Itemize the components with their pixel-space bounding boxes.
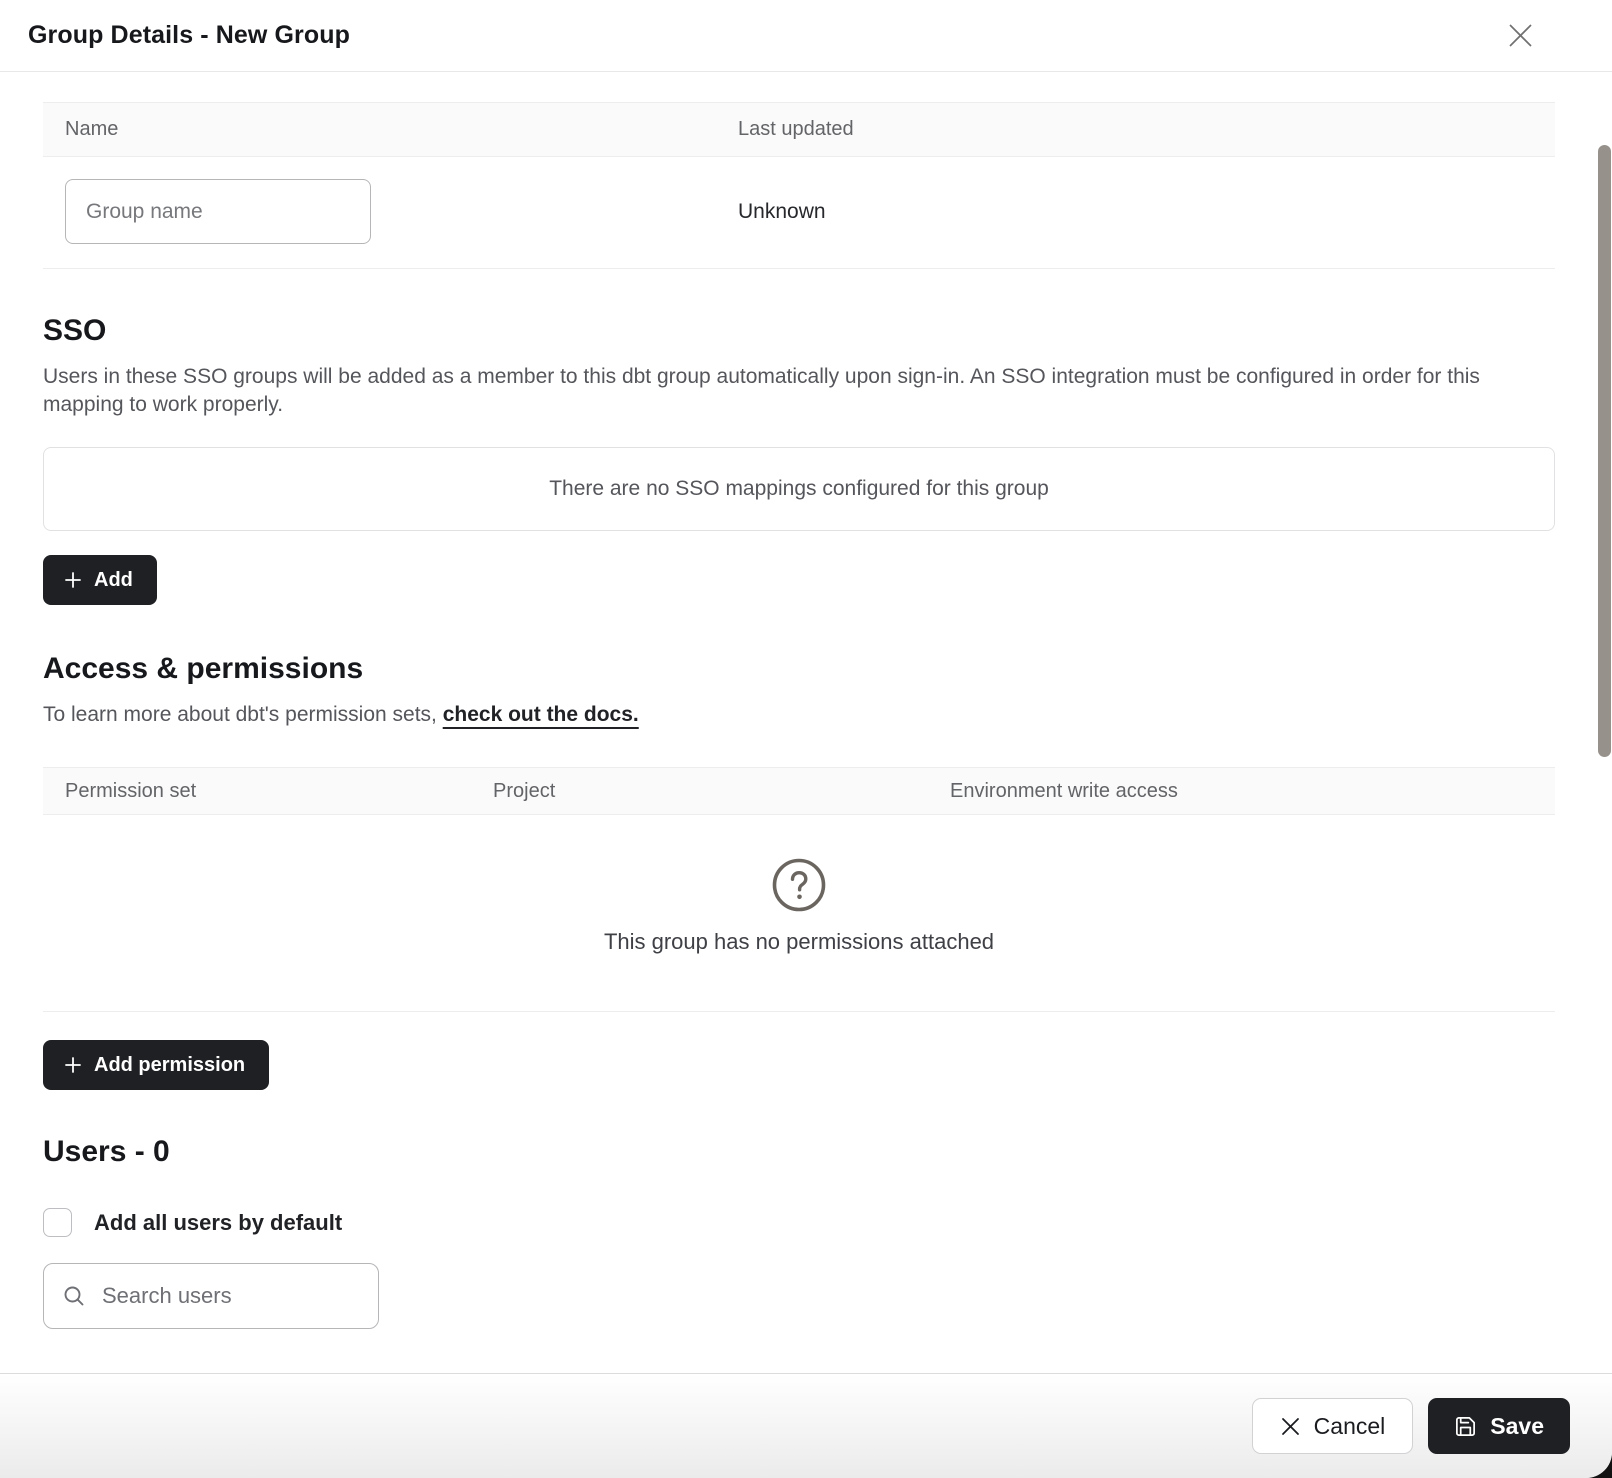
- column-header-last-updated: Last updated: [716, 118, 1555, 141]
- users-section: Users - 0 Add all users by default: [43, 1134, 1555, 1329]
- name-table-header: Name Last updated: [43, 102, 1555, 157]
- column-header-environment-write-access: Environment write access: [928, 780, 1555, 803]
- sso-section: SSO Users in these SSO groups will be ad…: [43, 313, 1555, 605]
- save-disk-icon: [1454, 1415, 1477, 1438]
- docs-link[interactable]: check out the docs.: [443, 703, 639, 726]
- permissions-empty-state: This group has no permissions attached: [43, 815, 1555, 1012]
- save-label: Save: [1490, 1413, 1544, 1440]
- add-permission-button[interactable]: Add permission: [43, 1040, 269, 1090]
- permissions-docs-line: To learn more about dbt's permission set…: [43, 703, 1555, 727]
- permissions-section: Access & permissions To learn more about…: [43, 651, 1555, 1090]
- permissions-empty-state-text: This group has no permissions attached: [604, 929, 994, 955]
- add-all-users-row: Add all users by default: [43, 1208, 1555, 1237]
- permissions-docs-text: To learn more about dbt's permission set…: [43, 703, 443, 726]
- add-sso-mapping-label: Add: [94, 569, 133, 592]
- last-updated-value: Unknown: [716, 200, 1555, 224]
- search-icon: [62, 1284, 86, 1308]
- group-details-modal: Group Details - New Group Name Last upda…: [0, 0, 1612, 1478]
- group-name-input[interactable]: [65, 179, 371, 244]
- modal-title: Group Details - New Group: [28, 21, 350, 50]
- sso-description: Users in these SSO groups will be added …: [43, 363, 1513, 419]
- search-users-input[interactable]: [100, 1282, 360, 1310]
- name-table-row: Unknown: [43, 157, 1555, 269]
- modal-footer: Cancel Save: [0, 1373, 1612, 1478]
- column-header-permission-set: Permission set: [43, 780, 471, 803]
- add-all-users-label: Add all users by default: [94, 1210, 342, 1236]
- add-permission-label: Add permission: [94, 1054, 245, 1077]
- column-header-name: Name: [43, 118, 716, 141]
- close-icon: [1507, 22, 1534, 49]
- cancel-button[interactable]: Cancel: [1252, 1398, 1414, 1454]
- x-icon: [1280, 1416, 1301, 1437]
- modal-header: Group Details - New Group: [0, 0, 1612, 72]
- add-sso-mapping-button[interactable]: Add: [43, 555, 157, 605]
- modal-body: Name Last updated Unknown SSO Users in t…: [0, 72, 1612, 1373]
- cancel-label: Cancel: [1314, 1413, 1386, 1440]
- users-heading: Users - 0: [43, 1134, 1555, 1170]
- add-all-users-checkbox[interactable]: [43, 1208, 72, 1237]
- name-table: Name Last updated Unknown: [43, 102, 1555, 269]
- permissions-heading: Access & permissions: [43, 651, 1555, 687]
- permissions-table-header: Permission set Project Environment write…: [43, 767, 1555, 815]
- plus-icon: [63, 570, 83, 590]
- save-button[interactable]: Save: [1428, 1398, 1570, 1454]
- column-header-project: Project: [471, 780, 928, 803]
- close-button[interactable]: [1503, 19, 1537, 53]
- sso-empty-state-text: There are no SSO mappings configured for…: [549, 477, 1049, 501]
- sso-empty-state: There are no SSO mappings configured for…: [43, 447, 1555, 531]
- scrollbar-thumb[interactable]: [1598, 145, 1611, 757]
- plus-icon: [63, 1055, 83, 1075]
- permissions-table: Permission set Project Environment write…: [43, 767, 1555, 1012]
- question-circle-icon: [771, 857, 827, 913]
- sso-heading: SSO: [43, 313, 1555, 349]
- search-users-field[interactable]: [43, 1263, 379, 1329]
